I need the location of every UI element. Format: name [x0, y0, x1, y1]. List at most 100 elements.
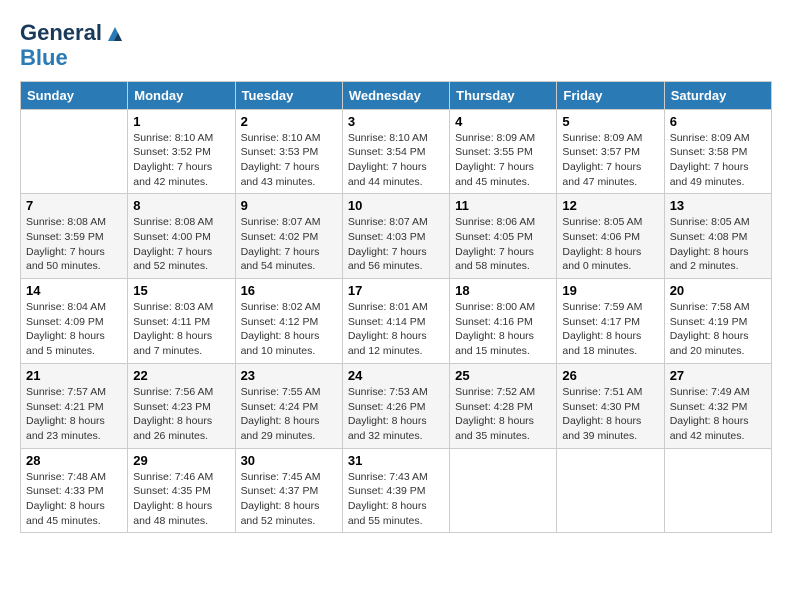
calendar-cell: 28 Sunrise: 7:48 AM Sunset: 4:33 PM Dayli…: [21, 448, 128, 533]
day-info: Sunrise: 8:00 AM Sunset: 4:16 PM Dayligh…: [455, 300, 551, 359]
day-number: 29: [133, 453, 229, 468]
calendar-cell: 12 Sunrise: 8:05 AM Sunset: 4:06 PM Dayli…: [557, 194, 664, 279]
day-info: Sunrise: 7:51 AM Sunset: 4:30 PM Dayligh…: [562, 385, 658, 444]
day-info: Sunrise: 8:08 AM Sunset: 3:59 PM Dayligh…: [26, 215, 122, 274]
header-day-friday: Friday: [557, 81, 664, 109]
day-info: Sunrise: 8:10 AM Sunset: 3:53 PM Dayligh…: [241, 131, 337, 190]
calendar-cell: [557, 448, 664, 533]
calendar-cell: 6 Sunrise: 8:09 AM Sunset: 3:58 PM Daylig…: [664, 109, 771, 194]
calendar-header-row: SundayMondayTuesdayWednesdayThursdayFrid…: [21, 81, 772, 109]
day-number: 15: [133, 283, 229, 298]
day-number: 14: [26, 283, 122, 298]
day-info: Sunrise: 7:52 AM Sunset: 4:28 PM Dayligh…: [455, 385, 551, 444]
calendar-cell: 30Sunrise: 7:45 AM Sunset: 4:37 PM Dayli…: [235, 448, 342, 533]
header-day-monday: Monday: [128, 81, 235, 109]
day-number: 26: [562, 368, 658, 383]
day-info: Sunrise: 8:09 AM Sunset: 3:58 PM Dayligh…: [670, 131, 766, 190]
calendar-week-row: 21 Sunrise: 7:57 AM Sunset: 4:21 PM Dayli…: [21, 363, 772, 448]
day-number: 2: [241, 114, 337, 129]
day-number: 31: [348, 453, 444, 468]
calendar-cell: 14Sunrise: 8:04 AM Sunset: 4:09 PM Dayli…: [21, 279, 128, 364]
calendar-cell: 25 Sunrise: 7:52 AM Sunset: 4:28 PM Dayli…: [450, 363, 557, 448]
calendar-cell: 23Sunrise: 7:55 AM Sunset: 4:24 PM Dayli…: [235, 363, 342, 448]
day-info: Sunrise: 8:09 AM Sunset: 3:55 PM Dayligh…: [455, 131, 551, 190]
day-number: 25: [455, 368, 551, 383]
calendar-cell: 17 Sunrise: 8:01 AM Sunset: 4:14 PM Dayli…: [342, 279, 449, 364]
day-info: Sunrise: 8:07 AM Sunset: 4:02 PM Dayligh…: [241, 215, 337, 274]
day-info: Sunrise: 8:08 AM Sunset: 4:00 PM Dayligh…: [133, 215, 229, 274]
calendar-cell: 29 Sunrise: 7:46 AM Sunset: 4:35 PM Dayli…: [128, 448, 235, 533]
calendar-cell: 10Sunrise: 8:07 AM Sunset: 4:03 PM Dayli…: [342, 194, 449, 279]
day-info: Sunrise: 8:06 AM Sunset: 4:05 PM Dayligh…: [455, 215, 551, 274]
calendar-cell: 3 Sunrise: 8:10 AM Sunset: 3:54 PM Daylig…: [342, 109, 449, 194]
calendar-cell: [664, 448, 771, 533]
day-info: Sunrise: 7:57 AM Sunset: 4:21 PM Dayligh…: [26, 385, 122, 444]
day-number: 6: [670, 114, 766, 129]
calendar-cell: 27 Sunrise: 7:49 AM Sunset: 4:32 PM Dayli…: [664, 363, 771, 448]
day-info: Sunrise: 7:53 AM Sunset: 4:26 PM Dayligh…: [348, 385, 444, 444]
day-number: 22: [133, 368, 229, 383]
day-number: 9: [241, 198, 337, 213]
calendar-cell: 31 Sunrise: 7:43 AM Sunset: 4:39 PM Dayli…: [342, 448, 449, 533]
calendar-cell: 26 Sunrise: 7:51 AM Sunset: 4:30 PM Dayli…: [557, 363, 664, 448]
calendar-cell: [450, 448, 557, 533]
page-header: General Blue: [20, 20, 772, 71]
day-info: Sunrise: 7:46 AM Sunset: 4:35 PM Dayligh…: [133, 470, 229, 529]
calendar-cell: [21, 109, 128, 194]
day-number: 18: [455, 283, 551, 298]
day-number: 4: [455, 114, 551, 129]
calendar-cell: 19 Sunrise: 7:59 AM Sunset: 4:17 PM Dayli…: [557, 279, 664, 364]
day-info: Sunrise: 8:05 AM Sunset: 4:06 PM Dayligh…: [562, 215, 658, 274]
calendar-cell: 7 Sunrise: 8:08 AM Sunset: 3:59 PM Daylig…: [21, 194, 128, 279]
day-info: Sunrise: 7:49 AM Sunset: 4:32 PM Dayligh…: [670, 385, 766, 444]
calendar-week-row: 28 Sunrise: 7:48 AM Sunset: 4:33 PM Dayli…: [21, 448, 772, 533]
header-day-thursday: Thursday: [450, 81, 557, 109]
calendar-week-row: 7 Sunrise: 8:08 AM Sunset: 3:59 PM Daylig…: [21, 194, 772, 279]
calendar-body: 1Sunrise: 8:10 AM Sunset: 3:52 PM Daylig…: [21, 109, 772, 533]
day-info: Sunrise: 7:58 AM Sunset: 4:19 PM Dayligh…: [670, 300, 766, 359]
day-number: 7: [26, 198, 122, 213]
calendar-cell: 9 Sunrise: 8:07 AM Sunset: 4:02 PM Daylig…: [235, 194, 342, 279]
calendar-cell: 8Sunrise: 8:08 AM Sunset: 4:00 PM Daylig…: [128, 194, 235, 279]
calendar-cell: 5 Sunrise: 8:09 AM Sunset: 3:57 PM Daylig…: [557, 109, 664, 194]
day-info: Sunrise: 8:03 AM Sunset: 4:11 PM Dayligh…: [133, 300, 229, 359]
day-number: 17: [348, 283, 444, 298]
calendar-week-row: 14Sunrise: 8:04 AM Sunset: 4:09 PM Dayli…: [21, 279, 772, 364]
day-info: Sunrise: 7:48 AM Sunset: 4:33 PM Dayligh…: [26, 470, 122, 529]
day-number: 12: [562, 198, 658, 213]
calendar-cell: 22 Sunrise: 7:56 AM Sunset: 4:23 PM Dayli…: [128, 363, 235, 448]
calendar-cell: 13Sunrise: 8:05 AM Sunset: 4:08 PM Dayli…: [664, 194, 771, 279]
day-info: Sunrise: 8:09 AM Sunset: 3:57 PM Dayligh…: [562, 131, 658, 190]
logo: General Blue: [20, 20, 126, 71]
day-number: 27: [670, 368, 766, 383]
day-number: 28: [26, 453, 122, 468]
calendar-week-row: 1Sunrise: 8:10 AM Sunset: 3:52 PM Daylig…: [21, 109, 772, 194]
header-day-wednesday: Wednesday: [342, 81, 449, 109]
calendar-cell: 11 Sunrise: 8:06 AM Sunset: 4:05 PM Dayli…: [450, 194, 557, 279]
day-number: 16: [241, 283, 337, 298]
day-number: 11: [455, 198, 551, 213]
calendar-cell: 15 Sunrise: 8:03 AM Sunset: 4:11 PM Dayli…: [128, 279, 235, 364]
day-number: 20: [670, 283, 766, 298]
calendar-cell: 2 Sunrise: 8:10 AM Sunset: 3:53 PM Daylig…: [235, 109, 342, 194]
calendar-cell: 4 Sunrise: 8:09 AM Sunset: 3:55 PM Daylig…: [450, 109, 557, 194]
day-info: Sunrise: 7:43 AM Sunset: 4:39 PM Dayligh…: [348, 470, 444, 529]
day-number: 5: [562, 114, 658, 129]
calendar-table: SundayMondayTuesdayWednesdayThursdayFrid…: [20, 81, 772, 534]
calendar-cell: 24Sunrise: 7:53 AM Sunset: 4:26 PM Dayli…: [342, 363, 449, 448]
day-number: 3: [348, 114, 444, 129]
day-info: Sunrise: 7:56 AM Sunset: 4:23 PM Dayligh…: [133, 385, 229, 444]
day-info: Sunrise: 7:59 AM Sunset: 4:17 PM Dayligh…: [562, 300, 658, 359]
day-number: 21: [26, 368, 122, 383]
day-info: Sunrise: 8:10 AM Sunset: 3:52 PM Dayligh…: [133, 131, 229, 190]
day-number: 19: [562, 283, 658, 298]
day-info: Sunrise: 8:10 AM Sunset: 3:54 PM Dayligh…: [348, 131, 444, 190]
day-info: Sunrise: 8:01 AM Sunset: 4:14 PM Dayligh…: [348, 300, 444, 359]
day-number: 10: [348, 198, 444, 213]
day-info: Sunrise: 7:45 AM Sunset: 4:37 PM Dayligh…: [241, 470, 337, 529]
day-info: Sunrise: 8:02 AM Sunset: 4:12 PM Dayligh…: [241, 300, 337, 359]
calendar-cell: 16 Sunrise: 8:02 AM Sunset: 4:12 PM Dayli…: [235, 279, 342, 364]
logo-text: General Blue: [20, 20, 126, 71]
header-day-sunday: Sunday: [21, 81, 128, 109]
header-day-saturday: Saturday: [664, 81, 771, 109]
